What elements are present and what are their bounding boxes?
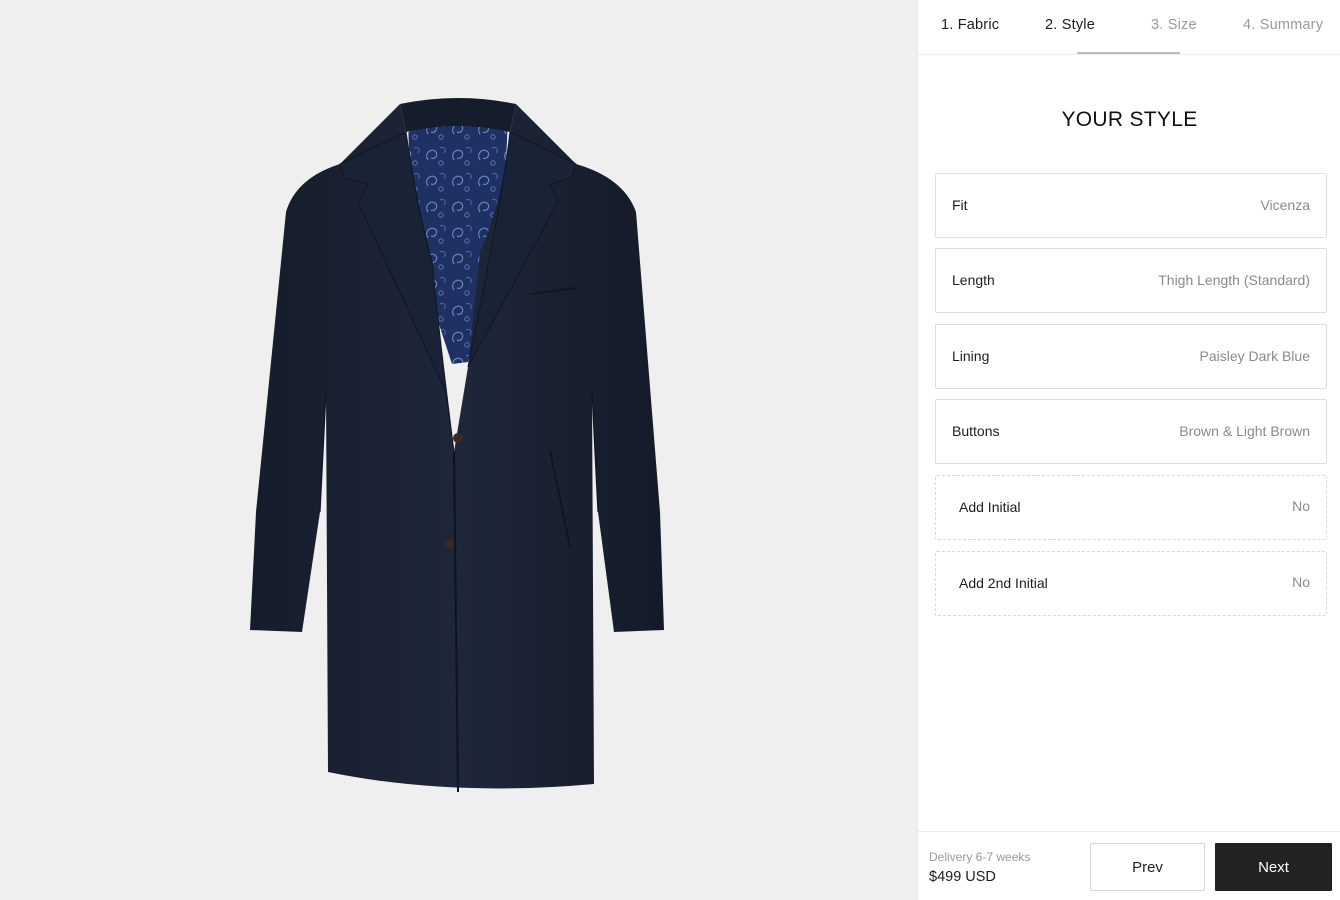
option-label: Lining [952, 348, 990, 364]
option-label: Add 2nd Initial [959, 575, 1048, 591]
option-label: Add Initial [959, 499, 1021, 515]
prev-button[interactable]: Prev [1090, 843, 1205, 891]
option-value: Thigh Length (Standard) [1158, 272, 1310, 288]
coat-image [250, 98, 664, 793]
tab-size[interactable]: 3. Size [1151, 17, 1197, 33]
option-add-2nd-initial[interactable]: Add 2nd Initial No [935, 551, 1327, 616]
option-value: Vicenza [1260, 197, 1310, 213]
option-fit[interactable]: Fit Vicenza [935, 173, 1327, 238]
step-nav: 1. Fabric 2. Style 3. Size 4. Summary [918, 0, 1340, 55]
option-value: Paisley Dark Blue [1199, 348, 1311, 364]
option-value: No [1292, 498, 1310, 514]
active-step-indicator [1077, 52, 1180, 54]
tab-style[interactable]: 2. Style [1045, 17, 1095, 33]
price: $499 USD [929, 869, 996, 885]
section-title: YOUR STYLE [1061, 108, 1198, 131]
tab-summary[interactable]: 4. Summary [1243, 17, 1323, 33]
delivery-estimate: Delivery 6-7 weeks [929, 850, 1031, 864]
option-label: Fit [952, 197, 968, 213]
option-value: Brown & Light Brown [1179, 423, 1310, 439]
option-label: Length [952, 272, 995, 288]
product-preview [0, 0, 917, 900]
option-label: Buttons [952, 423, 1000, 439]
next-button[interactable]: Next [1215, 843, 1332, 891]
tab-fabric[interactable]: 1. Fabric [941, 17, 999, 33]
option-buttons[interactable]: Buttons Brown & Light Brown [935, 399, 1327, 464]
option-add-initial[interactable]: Add Initial No [935, 475, 1327, 540]
option-length[interactable]: Length Thigh Length (Standard) [935, 248, 1327, 313]
option-value: No [1292, 574, 1310, 590]
configurator-panel: 1. Fabric 2. Style 3. Size 4. Summary YO… [917, 0, 1340, 900]
option-lining[interactable]: Lining Paisley Dark Blue [935, 324, 1327, 389]
checkout-footer: Delivery 6-7 weeks $499 USD Prev Next [918, 831, 1340, 900]
